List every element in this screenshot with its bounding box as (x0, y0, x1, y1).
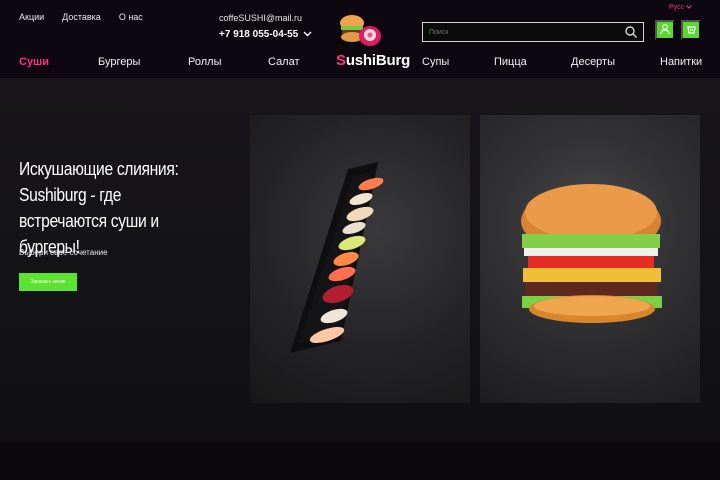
delivery-link[interactable]: Доставка (62, 12, 101, 22)
nav-sushi[interactable]: Суши (19, 56, 49, 68)
nav-soups[interactable]: Супы (422, 56, 449, 68)
nav-desserts[interactable]: Десерты (571, 56, 615, 68)
user-icon (660, 23, 670, 38)
chevron-down-icon (303, 29, 312, 40)
sushi-photo (250, 115, 470, 403)
hero-title: Искушающие слияния: Sushiburg - где встр… (19, 159, 179, 257)
cart-icon (686, 23, 697, 38)
nav-salad[interactable]: Салат (268, 56, 300, 68)
contact-email[interactable]: coffeSUSHI@mail.ru (219, 13, 312, 23)
nav-drinks[interactable]: Напитки (660, 56, 702, 68)
promo-link[interactable]: Акции (19, 12, 44, 22)
nav-rolls[interactable]: Роллы (188, 56, 221, 68)
language-label[interactable]: Русс (669, 4, 684, 11)
about-link[interactable]: О нас (119, 12, 143, 22)
search-icon[interactable] (624, 25, 638, 39)
top-header: Акции Доставка О нас coffeSUSHI@mail.ru … (0, 0, 720, 78)
hero-subtitle: Выбери свое сочетание (19, 248, 108, 257)
phone-number[interactable]: +7 918 055-04-55 (219, 29, 298, 40)
account-button[interactable] (655, 20, 675, 40)
cart-button[interactable] (681, 20, 701, 40)
contact-info: coffeSUSHI@mail.ru +7 918 055-04-55 (219, 13, 312, 40)
order-menu-button[interactable]: Заказать меню (19, 273, 77, 291)
nav-burgers[interactable]: Бургеры (98, 56, 140, 68)
burger-sushi-logo-icon (336, 10, 386, 50)
chevron-down-icon (686, 4, 692, 11)
burger-photo (480, 115, 700, 403)
search-input[interactable] (423, 23, 621, 41)
footer-strip (0, 442, 720, 480)
search-box (422, 22, 644, 42)
main-navigation: Суши Бургеры Роллы Салат Супы Пицца Десе… (0, 48, 720, 78)
nav-pizza[interactable]: Пицца (494, 56, 527, 68)
top-links: Акции Доставка О нас (19, 12, 143, 22)
language-selector[interactable]: Русс (669, 4, 692, 11)
contact-phone[interactable]: +7 918 055-04-55 (219, 29, 312, 40)
